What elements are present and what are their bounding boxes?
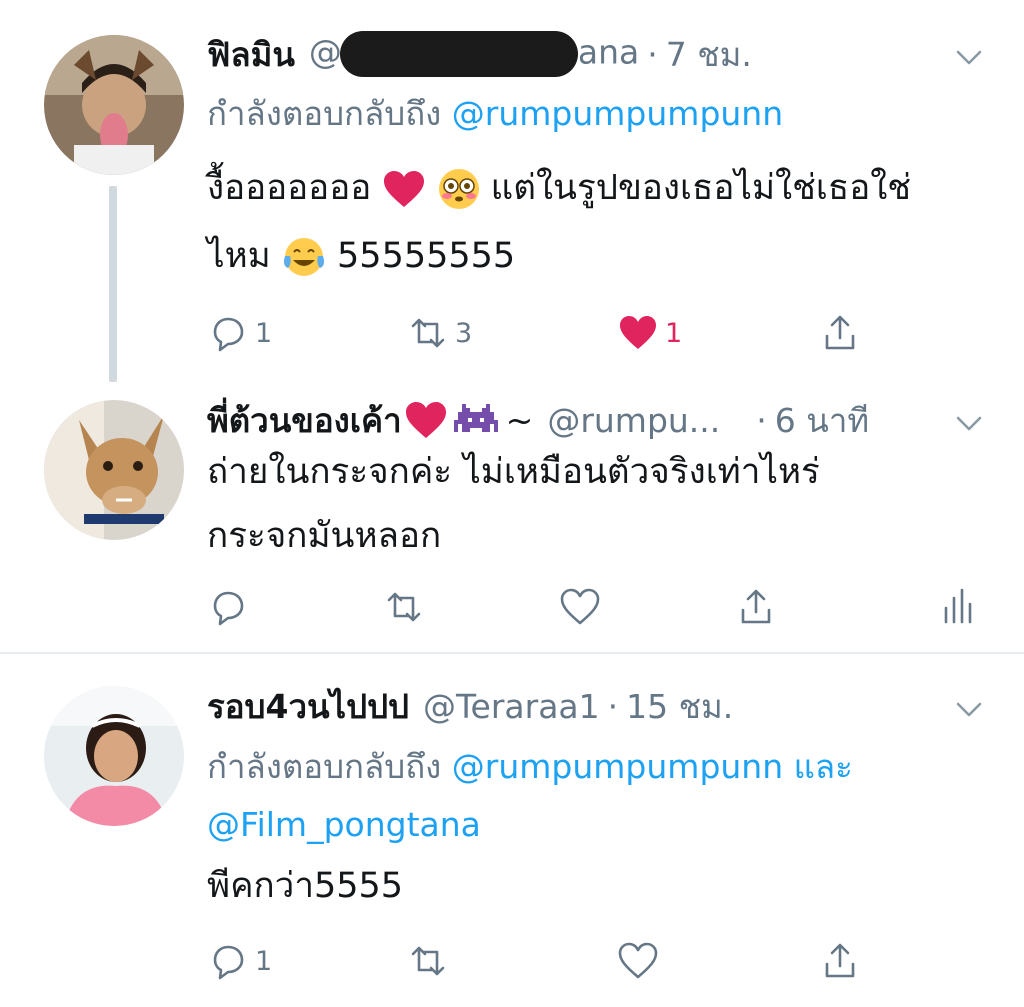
reply-count: 1 [255, 317, 273, 349]
thread-connector [109, 186, 117, 382]
avatar[interactable] [44, 400, 184, 540]
tweet-text: พีคกว่า5555 [207, 866, 404, 906]
heart-icon [620, 316, 656, 349]
like-button[interactable] [559, 582, 601, 632]
mention-link[interactable]: @Film_pongtana [207, 805, 481, 844]
retweet-button[interactable]: 3 [407, 308, 472, 358]
heart-icon [618, 942, 658, 979]
replying-to: กำลังตอบกลับถึง @rumpumpumpunn [207, 94, 784, 133]
tweet-3[interactable]: รอบ4วนไปปป @Teraraa1 · 15 ชม. กำลังตอบกล… [0, 654, 1024, 1007]
tears-of-joy-emoji [283, 238, 324, 276]
action-bar [207, 582, 987, 632]
tweet-text: งื้อออออออ แต่ในรูปของเธอไม่ใช่เธอใช่ ไห… [207, 168, 912, 276]
reply-icon [213, 591, 244, 626]
share-button[interactable] [735, 582, 777, 632]
avatar[interactable] [44, 686, 184, 826]
tweet-header: พี่ต้วนของเค้า ~ @rumpu... · 6 นาที [207, 398, 869, 442]
share-icon [825, 315, 855, 350]
tweet-2[interactable]: พี่ต้วนของเค้า ~ @rumpu... · 6 นาที ถ่าย… [0, 380, 1024, 650]
like-count: 1 [665, 317, 683, 349]
reply-icon [213, 317, 244, 352]
replying-to: กำลังตอบกลับถึง @rumpumpumpunn และ @Film… [207, 747, 853, 844]
reply-icon [213, 945, 244, 980]
user-handle[interactable]: @rumpu... [547, 401, 720, 440]
retweet-icon [387, 592, 421, 622]
alien-monster-emoji [453, 404, 498, 432]
analytics-icon [944, 588, 972, 624]
share-button[interactable] [819, 308, 861, 358]
tweet-header: ฟิลมิน @ ana · 7 ชม. [207, 31, 752, 77]
like-button[interactable] [617, 936, 659, 986]
display-name[interactable]: พี่ต้วนของเค้า [207, 394, 402, 447]
redaction-bar [339, 31, 578, 77]
reply-count: 1 [255, 945, 273, 977]
separator-dot: · [607, 686, 619, 726]
reply-button[interactable]: 1 [207, 308, 272, 358]
red-heart-emoji [405, 402, 446, 438]
retweet-icon [411, 318, 445, 348]
timestamp[interactable]: 6 นาที [775, 394, 869, 447]
chevron-down-icon[interactable] [954, 408, 984, 438]
avatar[interactable] [44, 35, 184, 175]
share-button[interactable] [819, 936, 861, 986]
separator-dot: · [647, 34, 658, 74]
display-name[interactable]: ฟิลมิน [207, 28, 295, 81]
tweet-1[interactable]: ฟิลมิน @ ana · 7 ชม. กำลังตอบกลับถึง @rum… [0, 0, 1024, 382]
user-handle[interactable]: @ ana [309, 31, 639, 77]
heart-icon [560, 588, 600, 625]
user-handle[interactable]: @Teraraa1 [423, 687, 600, 726]
timestamp[interactable]: 15 ชม. [626, 680, 733, 733]
action-bar: 1 [207, 936, 987, 986]
reply-button[interactable]: 1 [207, 936, 272, 986]
share-icon [825, 943, 855, 978]
mention-link[interactable]: @rumpumpumpunn [452, 94, 783, 133]
separator-dot: · [756, 400, 767, 440]
retweet-button[interactable] [383, 582, 425, 632]
share-icon [741, 589, 771, 624]
tweet-text: ถ่ายในกระจกค่ะ ไม่เหมือนตัวจริงเท่าไหร่ … [207, 452, 820, 556]
analytics-button[interactable] [937, 582, 979, 632]
retweet-count: 3 [455, 317, 473, 349]
chevron-down-icon[interactable] [954, 42, 984, 72]
tilde: ~ [505, 400, 534, 440]
mention-link[interactable]: @rumpumpumpunn [452, 747, 783, 786]
timestamp[interactable]: 7 ชม. [666, 28, 752, 81]
red-heart-emoji [384, 171, 425, 207]
retweet-icon [411, 946, 445, 976]
display-name[interactable]: รอบ4วนไปปป [207, 680, 409, 733]
retweet-button[interactable] [407, 936, 449, 986]
action-bar: 1 3 1 [207, 308, 987, 358]
chevron-down-icon[interactable] [954, 694, 984, 724]
tweet-header: รอบ4วนไปปป @Teraraa1 · 15 ชม. [207, 684, 733, 728]
like-button[interactable]: 1 [617, 308, 682, 358]
flushed-face-emoji [438, 169, 479, 209]
reply-button[interactable] [207, 582, 249, 632]
